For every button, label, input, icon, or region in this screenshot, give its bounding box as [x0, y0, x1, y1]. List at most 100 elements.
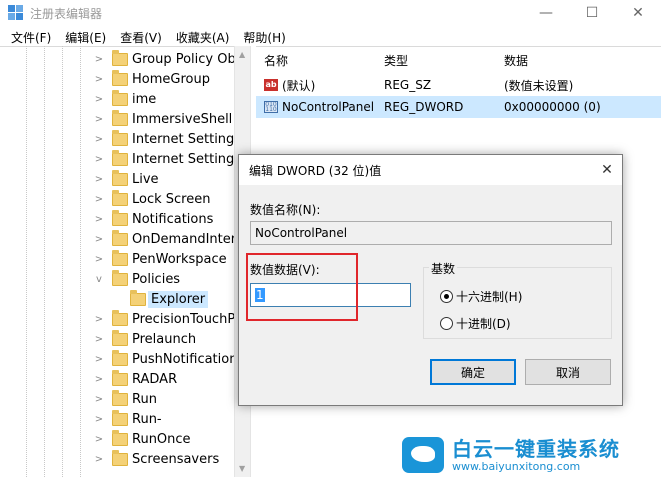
tree-item-label: PenWorkspace — [132, 251, 227, 267]
collapse-icon[interactable]: v — [94, 274, 104, 285]
maximize-icon: ☐ — [585, 5, 599, 21]
maximize-button[interactable]: ☐ — [569, 0, 615, 26]
folder-icon — [112, 109, 128, 126]
tree-item[interactable]: > Notifications — [0, 209, 234, 229]
expand-icon[interactable]: > — [94, 154, 104, 165]
expand-icon[interactable]: > — [94, 134, 104, 145]
watermark-brand: 白云一键重装系统 — [452, 436, 620, 461]
expand-icon[interactable]: > — [94, 94, 104, 105]
ok-button[interactable]: 确定 — [430, 359, 516, 385]
expand-icon[interactable]: > — [94, 174, 104, 185]
dialog-title-bar[interactable]: 编辑 DWORD (32 位)值 ✕ — [239, 155, 622, 185]
column-header-data[interactable]: 数据 — [504, 52, 528, 69]
value-type: REG_DWORD — [384, 100, 464, 114]
watermark-url: www.baiyunxitong.com — [452, 459, 581, 473]
tree-item-label: RunOnce — [132, 431, 191, 447]
tree-item[interactable]: > PenWorkspace — [0, 249, 234, 269]
folder-icon — [112, 189, 128, 206]
menu-file[interactable]: 文件(F) — [4, 29, 58, 46]
expand-icon[interactable]: > — [94, 74, 104, 85]
folder-icon — [112, 449, 128, 466]
watermark: 白云一键重装系统 www.baiyunxitong.com — [402, 432, 661, 477]
folder-icon — [112, 429, 128, 446]
folder-icon — [112, 249, 128, 266]
tree-item[interactable]: > Run- — [0, 409, 234, 429]
cancel-button[interactable]: 取消 — [525, 359, 611, 385]
menu-favorites[interactable]: 收藏夹(A) — [169, 29, 237, 46]
tree-item[interactable]: > RADAR — [0, 369, 234, 389]
base-label: 基数 — [429, 260, 458, 277]
folder-icon — [112, 169, 128, 186]
column-header-type[interactable]: 类型 — [384, 52, 408, 69]
value-data: (数值未设置) — [504, 78, 574, 93]
folder-icon — [130, 289, 146, 306]
key-tree[interactable]: > Group Policy Obje > HomeGroup > ime > Imme… — [0, 46, 250, 477]
tree-item[interactable]: > Screensavers — [0, 449, 234, 469]
minimize-button[interactable]: — — [523, 0, 569, 26]
expand-icon[interactable]: > — [94, 394, 104, 405]
tree-item[interactable]: > Internet Settings — [0, 129, 241, 149]
tree-guide-line — [62, 46, 63, 477]
expand-icon[interactable]: > — [94, 54, 104, 65]
expand-icon[interactable]: > — [94, 414, 104, 425]
tree-item[interactable]: > Prelaunch — [0, 329, 234, 349]
expand-icon[interactable]: > — [94, 434, 104, 445]
tree-item-label: Policies — [132, 271, 181, 287]
expand-icon[interactable]: > — [94, 214, 104, 225]
column-header-name[interactable]: 名称 — [264, 52, 288, 69]
title-bar: 注册表编辑器 — ☐ ✕ — [0, 0, 661, 26]
tree-item-label: Run — [132, 391, 157, 407]
menu-view[interactable]: 查看(V) — [113, 29, 169, 46]
tree-item[interactable]: > HomeGroup — [0, 69, 234, 89]
tree-item-label: OnDemandInterfa — [132, 231, 249, 247]
tree-item[interactable]: > PushNotifications — [0, 349, 244, 369]
tree-item[interactable]: > RunOnce — [0, 429, 234, 449]
tree-item-label: PrecisionTouchPa — [132, 311, 243, 327]
expand-icon[interactable]: > — [94, 194, 104, 205]
expand-icon[interactable]: > — [94, 114, 104, 125]
value-name-label: 数值名称(N): — [250, 203, 321, 217]
tree-item[interactable]: > ImmersiveShell — [0, 109, 234, 129]
expand-icon[interactable]: > — [94, 254, 104, 265]
expand-icon[interactable]: > — [94, 374, 104, 385]
tree-item[interactable]: > ime — [0, 89, 234, 109]
tree-item-label: Notifications — [132, 211, 214, 227]
expand-icon[interactable]: > — [94, 454, 104, 465]
value-row[interactable]: ab (默认) REG_SZ (数值未设置) — [256, 74, 661, 96]
value-name: NoControlPanel — [282, 100, 375, 114]
tree-item[interactable]: > OnDemandInterfa — [0, 229, 249, 249]
value-row-selected[interactable]: 010 110 NoControlPanel REG_DWORD 0x00000… — [256, 96, 661, 118]
highlight-box — [246, 253, 358, 321]
tree-item[interactable]: > Group Policy Obje — [0, 49, 247, 69]
dialog-close-button[interactable]: ✕ — [592, 155, 622, 185]
expand-icon[interactable]: > — [94, 234, 104, 245]
tree-guide-line — [26, 46, 27, 477]
tree-item-explorer[interactable]: Explorer — [0, 289, 234, 309]
value-data: 0x00000000 (0) — [504, 100, 601, 114]
tree-item[interactable]: > Live — [0, 169, 234, 189]
binary-value-icon: 010 110 — [264, 101, 278, 113]
tree-item[interactable]: > Run — [0, 389, 234, 409]
string-value-icon: ab — [264, 79, 278, 91]
tree-item-label: ime — [132, 91, 157, 107]
folder-icon — [112, 389, 128, 406]
menu-help[interactable]: 帮助(H) — [236, 29, 292, 46]
tree-item[interactable]: > PrecisionTouchPa — [0, 309, 243, 329]
expand-icon[interactable]: > — [94, 334, 104, 345]
value-type: REG_SZ — [384, 78, 432, 92]
dec-radio[interactable]: 十进制(D) — [440, 315, 511, 332]
tree-guide-line — [44, 46, 45, 477]
tree-item-label: RADAR — [132, 371, 178, 387]
menu-edit[interactable]: 编辑(E) — [58, 29, 113, 46]
folder-icon — [112, 49, 128, 66]
scroll-up-icon[interactable]: ▲ — [239, 50, 245, 59]
expand-icon[interactable]: > — [94, 354, 104, 365]
folder-icon — [112, 149, 128, 166]
scroll-down-icon[interactable]: ▼ — [239, 464, 245, 473]
hex-radio[interactable]: 十六进制(H) — [440, 288, 522, 305]
tree-item[interactable]: > Internet SettingsV — [0, 149, 250, 169]
tree-item-policies[interactable]: v Policies — [0, 269, 234, 289]
close-button[interactable]: ✕ — [615, 0, 661, 26]
expand-icon[interactable]: > — [94, 314, 104, 325]
tree-item[interactable]: > Lock Screen — [0, 189, 234, 209]
